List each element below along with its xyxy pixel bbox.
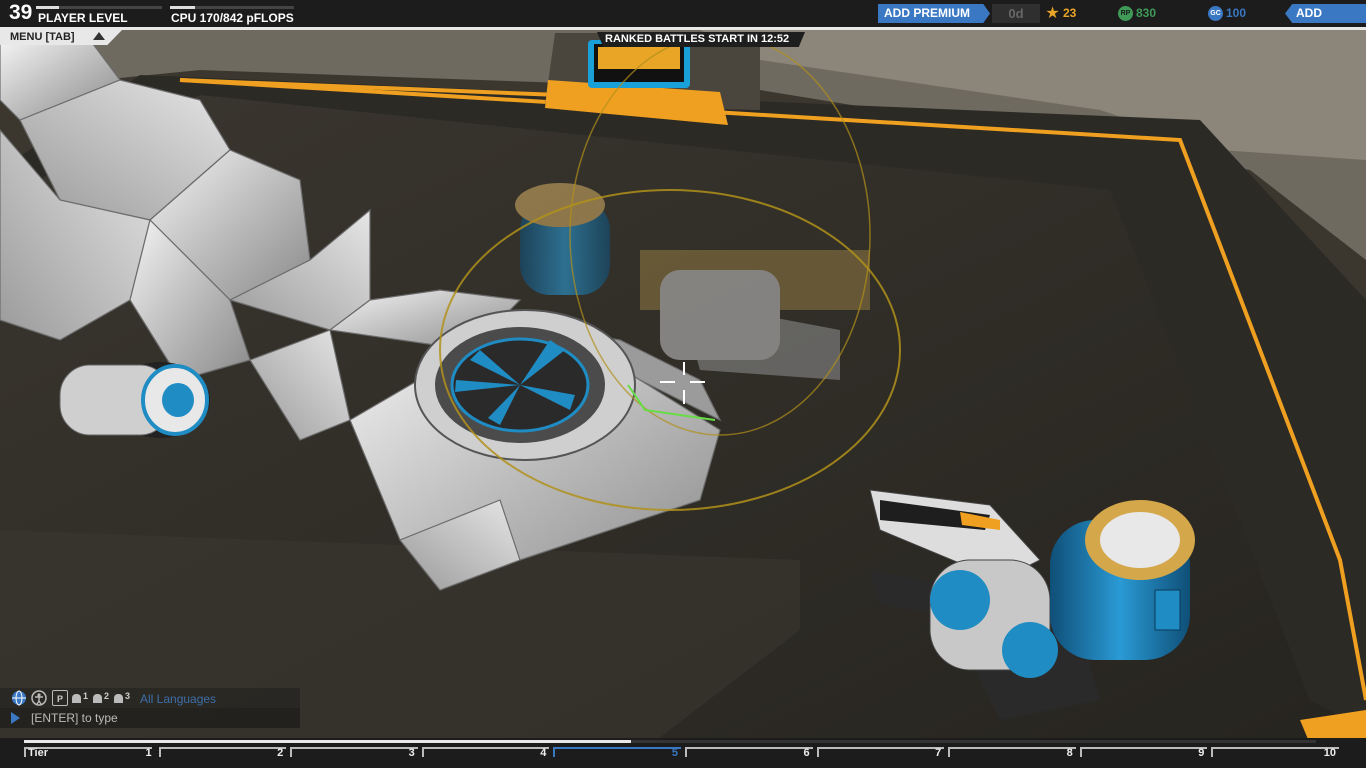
rp-value: 830 bbox=[1136, 6, 1157, 20]
tier-segment-7 bbox=[816, 747, 945, 757]
game-viewport[interactable] bbox=[0, 0, 1366, 768]
add-premium-button[interactable]: ADD PREMIUM bbox=[878, 4, 990, 23]
tier-label: Tier bbox=[28, 747, 48, 759]
globe-icon[interactable] bbox=[11, 690, 27, 706]
top-bar-divider bbox=[0, 27, 1366, 30]
tier-segment-5 bbox=[553, 747, 681, 757]
tier-segment-6 bbox=[685, 747, 813, 757]
player-level-label: PLAYER LEVEL bbox=[38, 11, 128, 25]
tier-progress-fill bbox=[24, 740, 632, 743]
tier-number-2: 2 bbox=[277, 747, 284, 759]
user3-icon-label: 3 bbox=[124, 691, 130, 701]
add-funds-button[interactable]: ADD FUNDS bbox=[1285, 4, 1366, 23]
tier-segment-4 bbox=[421, 747, 550, 757]
user2-icon-label: 2 bbox=[103, 691, 109, 701]
cpu-label: CPU 170/842 pFLOPS bbox=[171, 11, 294, 25]
gc-icon: GC bbox=[1208, 6, 1223, 22]
menu-label[interactable]: MENU [TAB] bbox=[10, 31, 75, 43]
tier-number-5: 5 bbox=[671, 747, 678, 759]
premium-days: 0d bbox=[992, 4, 1040, 23]
tier-segment-8 bbox=[948, 747, 1076, 757]
cpu-progress bbox=[170, 6, 294, 9]
star-icon: ★ bbox=[1045, 5, 1060, 23]
ranked-countdown: RANKED BATTLES START IN 12:52 bbox=[605, 33, 790, 45]
tier-number-7: 7 bbox=[935, 747, 942, 759]
star-value: 23 bbox=[1063, 6, 1077, 20]
tier-segment-10 bbox=[1211, 747, 1339, 757]
play-arrow-icon bbox=[11, 712, 20, 724]
tier-number-6: 6 bbox=[803, 747, 810, 759]
tier-segment-9 bbox=[1079, 747, 1208, 757]
star-currency: ★ 23 bbox=[1045, 5, 1077, 23]
rp-currency: RP 830 bbox=[1118, 5, 1157, 22]
user1-icon-label: 1 bbox=[82, 691, 88, 701]
tier-number-1: 1 bbox=[145, 747, 152, 759]
player-level-progress-fill bbox=[36, 6, 59, 9]
player-level-progress bbox=[36, 6, 162, 9]
user3-icon[interactable]: 3 bbox=[114, 690, 130, 706]
party-icon[interactable]: P bbox=[52, 690, 68, 706]
tier-segment-2 bbox=[158, 747, 287, 757]
user2-icon[interactable]: 2 bbox=[93, 690, 109, 706]
chevron-up-icon[interactable] bbox=[93, 32, 105, 40]
tier-number-10: 10 bbox=[1323, 747, 1336, 759]
gc-currency: GC 100 bbox=[1208, 5, 1247, 22]
player-level-number: 39 bbox=[9, 1, 33, 24]
tier-number-9: 9 bbox=[1198, 747, 1205, 759]
tier-number-8: 8 bbox=[1066, 747, 1073, 759]
rp-icon: RP bbox=[1118, 6, 1133, 22]
cpu-progress-fill bbox=[170, 6, 195, 9]
tier-segment-3 bbox=[290, 747, 418, 757]
tier-number-3: 3 bbox=[408, 747, 415, 759]
tier-number-4: 4 bbox=[540, 747, 547, 759]
chat-channel-label[interactable]: All Languages bbox=[140, 692, 216, 706]
person-icon[interactable] bbox=[31, 690, 47, 706]
user1-icon[interactable]: 1 bbox=[72, 690, 88, 706]
gc-value: 100 bbox=[1226, 6, 1247, 20]
chat-input-placeholder[interactable]: [ENTER] to type bbox=[31, 711, 118, 725]
